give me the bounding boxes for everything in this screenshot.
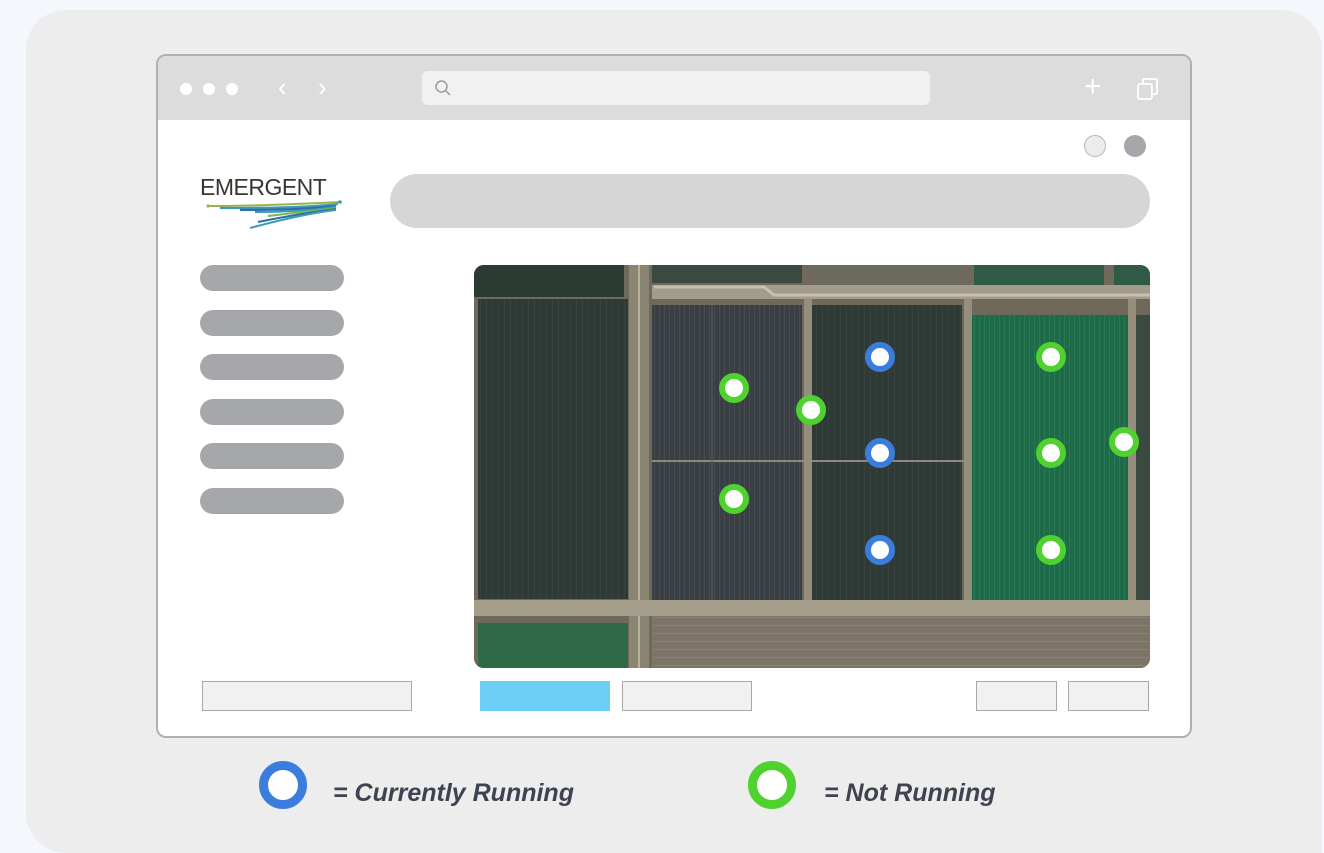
- map-pin-not-running[interactable]: [796, 395, 826, 425]
- map-pin-not-running[interactable]: [1036, 342, 1066, 372]
- logo-swoosh-icon: [206, 200, 342, 229]
- browser-window: ‹ › + EMERGENT: [156, 54, 1192, 738]
- map-pin-running[interactable]: [865, 535, 895, 565]
- toggle-circle-light[interactable]: [1084, 135, 1106, 157]
- chevron-right-icon[interactable]: ›: [318, 70, 327, 104]
- copy-icon[interactable]: [1136, 77, 1160, 101]
- search-icon: [435, 80, 451, 96]
- sidebar-item[interactable]: [200, 399, 344, 425]
- chevron-left-icon[interactable]: ‹: [278, 70, 287, 104]
- sidebar-item[interactable]: [200, 354, 344, 380]
- satellite-field-map[interactable]: [474, 265, 1150, 668]
- window-dot-maximize[interactable]: [226, 83, 238, 95]
- legend-running-label: = Currently Running: [333, 779, 574, 807]
- window-dot-minimize[interactable]: [203, 83, 215, 95]
- sidebar-item[interactable]: [200, 310, 344, 336]
- action-button-1[interactable]: [976, 681, 1057, 711]
- legend-not-running-icon: [748, 761, 796, 809]
- logo-text: EMERGENT: [200, 174, 327, 200]
- sidebar-item[interactable]: [200, 443, 344, 469]
- map-pin-not-running[interactable]: [719, 373, 749, 403]
- legend-running-icon: [259, 761, 307, 809]
- map-pin-not-running[interactable]: [719, 484, 749, 514]
- search-bar[interactable]: [390, 174, 1150, 228]
- legend-not-running-label: = Not Running: [824, 779, 996, 807]
- bottom-left-field[interactable]: [202, 681, 412, 711]
- map-pin-not-running[interactable]: [1036, 438, 1066, 468]
- primary-button[interactable]: [480, 681, 610, 711]
- toggle-circle-dark[interactable]: [1124, 135, 1146, 157]
- map-pin-not-running[interactable]: [1036, 535, 1066, 565]
- browser-titlebar: ‹ › +: [158, 56, 1190, 120]
- action-button-2[interactable]: [1068, 681, 1149, 711]
- map-pin-not-running[interactable]: [1109, 427, 1139, 457]
- sidebar-item[interactable]: [200, 488, 344, 514]
- map-pin-running[interactable]: [865, 342, 895, 372]
- secondary-button[interactable]: [622, 681, 752, 711]
- url-bar[interactable]: [422, 71, 930, 105]
- plus-icon[interactable]: +: [1084, 70, 1102, 104]
- sidebar-item[interactable]: [200, 265, 344, 291]
- emergent-logo: EMERGENT: [200, 174, 360, 238]
- map-pin-running[interactable]: [865, 438, 895, 468]
- window-dot-close[interactable]: [180, 83, 192, 95]
